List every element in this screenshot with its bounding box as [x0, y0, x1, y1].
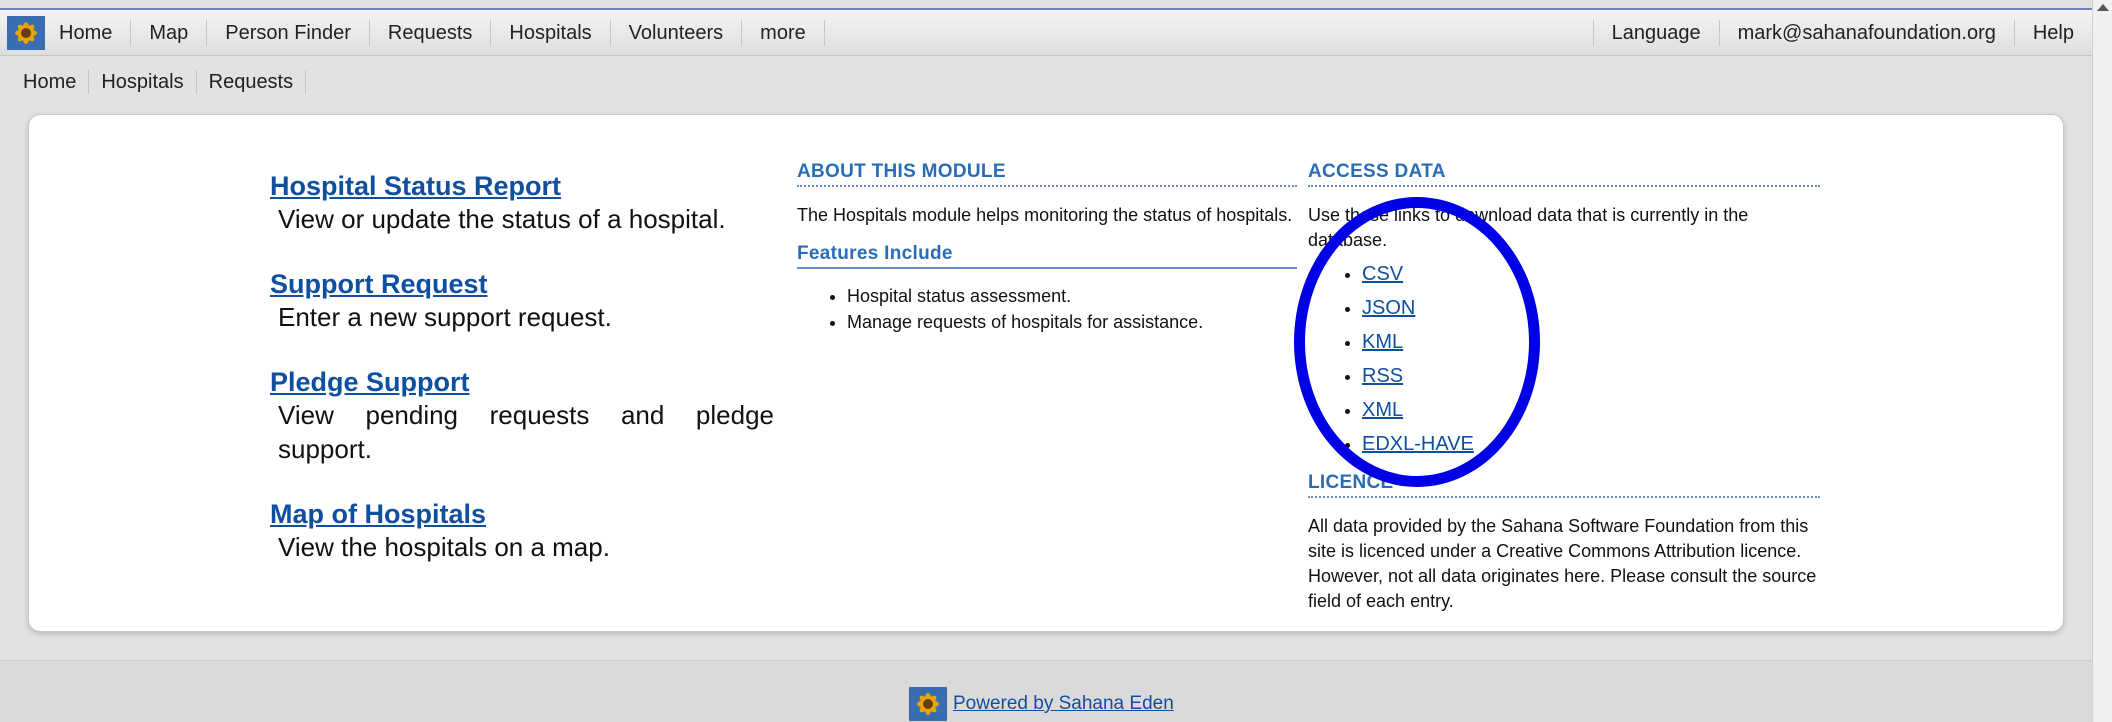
nav-person-finder[interactable]: Person Finder	[207, 19, 370, 46]
data-format-links: CSV JSON KML RSS XML EDXL-HAVE	[1362, 257, 1820, 461]
menu-description: View pending requests and pledge support…	[278, 400, 774, 464]
list-item: RSS	[1362, 359, 1820, 393]
nav-home[interactable]: Home	[51, 19, 132, 46]
nav-map[interactable]: Map	[131, 19, 208, 46]
sahana-logo-icon[interactable]	[7, 15, 45, 50]
nav-help[interactable]: Help	[2013, 19, 2092, 46]
nav-more[interactable]: more	[742, 19, 825, 46]
menu-item-status-report: Hospital Status Report View or update th…	[270, 170, 774, 236]
xml-link[interactable]: XML	[1362, 399, 1403, 421]
menu-description: Enter a new support request.	[278, 302, 612, 332]
access-data-text: Use these links to download data that is…	[1308, 205, 1749, 250]
top-navigation-bar: Home Map Person Finder Requests Hospital…	[0, 8, 2092, 56]
list-item: XML	[1362, 393, 1820, 427]
menu-description: View or update the status of a hospital.	[278, 204, 726, 234]
nav-language[interactable]: Language	[1592, 19, 1719, 46]
nav-right-group: Language mark@sahanafoundation.org Help	[1592, 19, 2092, 46]
breadcrumb: Home Hospitals Requests	[12, 70, 307, 94]
hospital-status-report-link[interactable]: Hospital Status Report	[270, 170, 774, 202]
list-item: KML	[1362, 325, 1820, 359]
menu-item-support-request: Support Request Enter a new support requ…	[270, 268, 774, 334]
vertical-scrollbar[interactable]	[2092, 0, 2112, 722]
nav-user-account[interactable]: mark@sahanafoundation.org	[1718, 19, 2014, 46]
module-menu: Hospital Status Report View or update th…	[270, 170, 774, 596]
features-heading: Features Include	[797, 242, 1297, 269]
footer-powered-by: Powered by Sahana Eden	[909, 687, 1174, 721]
nav-requests[interactable]: Requests	[370, 19, 492, 46]
footer: Powered by Sahana Eden	[0, 660, 2092, 722]
list-item: EDXL-HAVE	[1362, 427, 1820, 461]
scroll-up-arrow-icon[interactable]	[2097, 4, 2109, 11]
kml-link[interactable]: KML	[1362, 331, 1403, 353]
about-module-text: The Hospitals module helps monitoring th…	[797, 205, 1293, 225]
feature-item: Hospital status assessment.	[847, 283, 1297, 309]
access-data-heading: ACCESS DATA	[1308, 160, 1820, 187]
json-link[interactable]: JSON	[1362, 297, 1415, 319]
licence-text: All data provided by the Sahana Software…	[1308, 516, 1817, 611]
csv-link[interactable]: CSV	[1362, 263, 1403, 285]
nav-hospitals[interactable]: Hospitals	[491, 19, 611, 46]
breadcrumb-requests[interactable]: Requests	[197, 70, 307, 94]
menu-description: View the hospitals on a map.	[278, 532, 610, 562]
about-module-section: ABOUT THIS MODULE The Hospitals module h…	[797, 160, 1297, 335]
edxl-have-link[interactable]: EDXL-HAVE	[1362, 433, 1474, 455]
rss-link[interactable]: RSS	[1362, 365, 1403, 387]
powered-by-sahana-eden-link[interactable]: Powered by Sahana Eden	[953, 693, 1174, 715]
nav-volunteers[interactable]: Volunteers	[611, 19, 743, 46]
list-item: JSON	[1362, 291, 1820, 325]
about-module-heading: ABOUT THIS MODULE	[797, 160, 1297, 187]
pledge-support-link[interactable]: Pledge Support	[270, 366, 774, 398]
breadcrumb-hospitals[interactable]: Hospitals	[89, 70, 197, 94]
support-request-link[interactable]: Support Request	[270, 268, 774, 300]
feature-item: Manage requests of hospitals for assista…	[847, 309, 1297, 335]
menu-item-map-of-hospitals: Map of Hospitals View the hospitals on a…	[270, 498, 774, 564]
map-of-hospitals-link[interactable]: Map of Hospitals	[270, 498, 774, 530]
breadcrumb-home[interactable]: Home	[12, 70, 90, 94]
sahana-logo-icon	[909, 687, 947, 721]
list-item: CSV	[1362, 257, 1820, 291]
menu-item-pledge-support: Pledge Support View pending requests and…	[270, 366, 774, 466]
features-list: Hospital status assessment. Manage reque…	[847, 283, 1297, 335]
licence-heading: LICENCE	[1308, 471, 1820, 498]
access-data-section: ACCESS DATA Use these links to download …	[1308, 160, 1820, 614]
